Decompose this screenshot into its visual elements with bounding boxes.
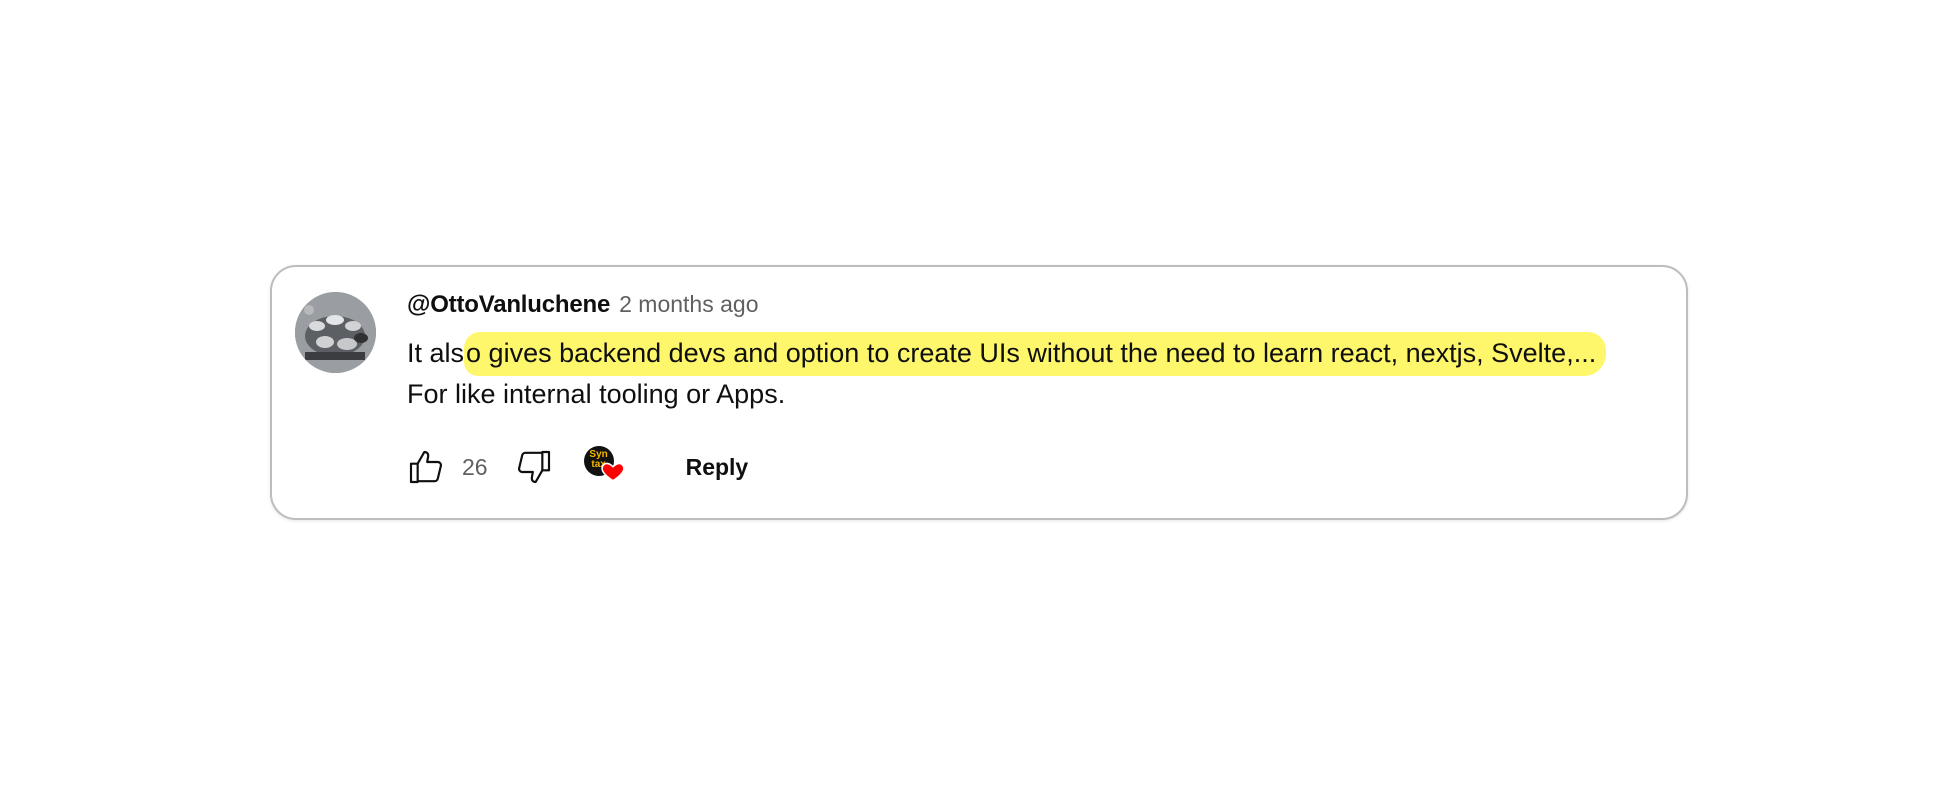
thumbs-up-icon [409, 450, 443, 484]
comment-text-line-2: For like internal tooling or Apps. [407, 379, 786, 409]
highlighted-text: o gives backend devs and option to creat… [464, 332, 1607, 376]
reply-button[interactable]: Reply [672, 446, 763, 489]
comment-card: @OttoVanluchene 2 months ago It also giv… [270, 265, 1688, 520]
creator-heart-badge[interactable]: Syn tax [583, 444, 630, 490]
dislike-button[interactable] [510, 443, 558, 491]
heart-icon [600, 462, 625, 482]
comment-content: @OttoVanluchene 2 months ago It also giv… [407, 291, 1646, 415]
comment-header: @OttoVanluchene 2 months ago [407, 291, 1646, 331]
comment-timestamp[interactable]: 2 months ago [619, 291, 758, 318]
thumbs-down-icon [517, 450, 550, 484]
author-avatar[interactable] [295, 292, 376, 373]
author-name[interactable]: @OttoVanluchene [407, 291, 610, 319]
comment-text-line-1: It also gives backend devs and option to… [407, 332, 1646, 376]
comment-actions: 26 Syn tax Reply [402, 442, 762, 492]
like-button[interactable] [402, 443, 450, 491]
like-count: 26 [462, 453, 488, 480]
comment-body: It also gives backend devs and option to… [407, 332, 1646, 415]
